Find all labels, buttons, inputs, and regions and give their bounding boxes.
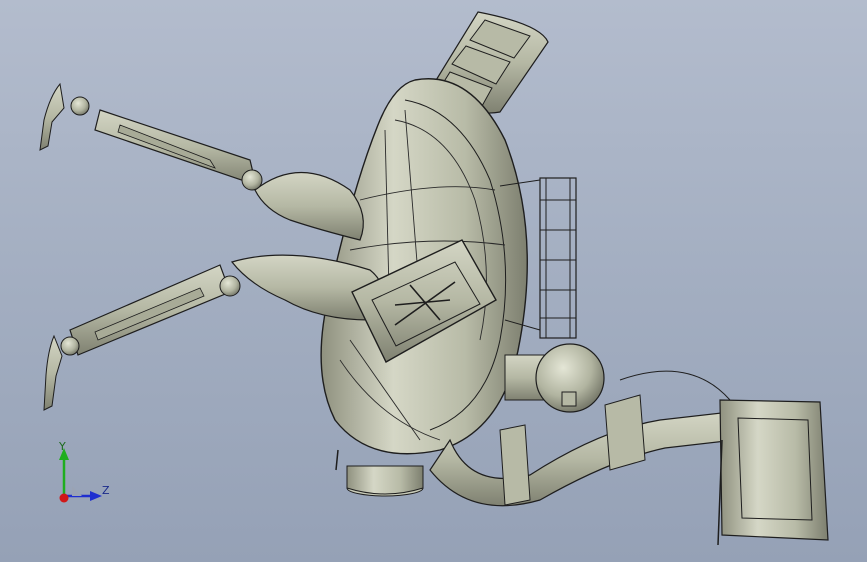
upper-arm[interactable] <box>39 82 364 241</box>
cad-model[interactable] <box>0 0 867 562</box>
y-axis-label: Y <box>59 440 66 453</box>
side-pod[interactable] <box>504 343 605 413</box>
graphics-viewport[interactable]: Y Z <box>0 0 867 562</box>
axis-triad: Y Z <box>50 440 120 510</box>
z-axis-label: Z <box>102 484 110 497</box>
bottom-nozzle[interactable] <box>335 449 424 497</box>
